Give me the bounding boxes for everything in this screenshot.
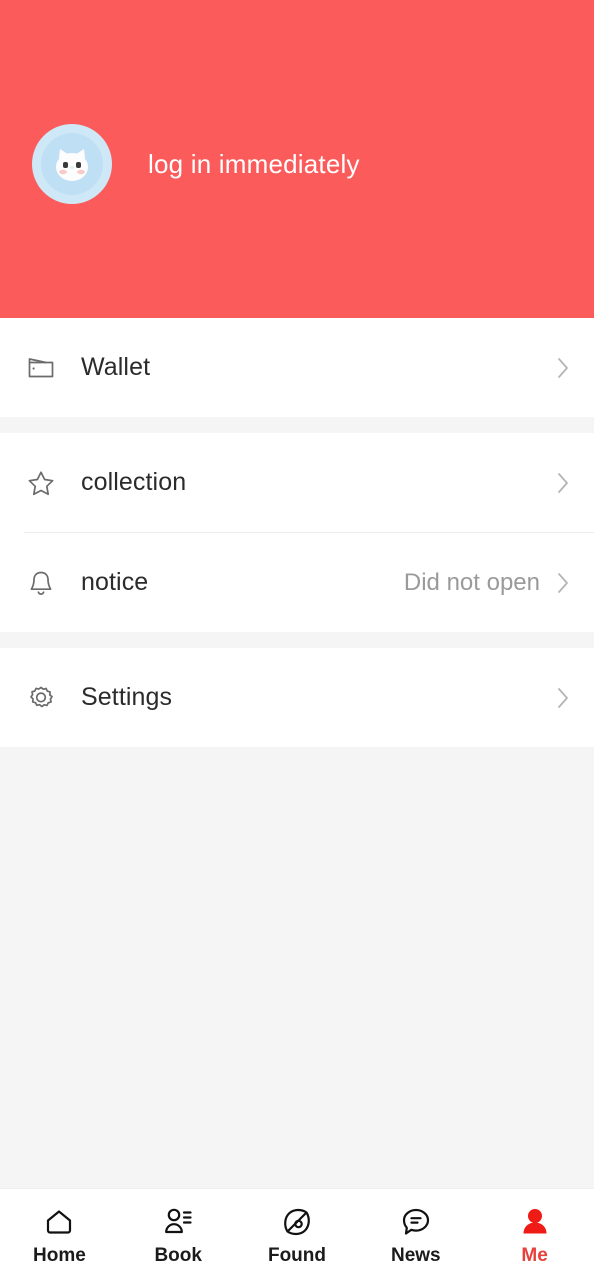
tab-book[interactable]: Book [119, 1189, 238, 1280]
menu-row-wallet[interactable]: Wallet [0, 318, 594, 417]
tab-label: Found [267, 1245, 326, 1266]
menu-row-collection[interactable]: collection [0, 433, 594, 532]
menu-label: notice [81, 568, 149, 596]
gear-icon [24, 681, 58, 715]
menu-row-settings[interactable]: Settings [0, 648, 594, 747]
group-gap [0, 632, 594, 648]
star-icon [24, 466, 58, 500]
tab-label: News [390, 1245, 441, 1266]
bell-icon [24, 566, 58, 600]
tab-label: Me [521, 1245, 548, 1266]
contacts-icon [161, 1204, 195, 1240]
login-entry[interactable]: log in immediately [0, 124, 360, 204]
menu-row-value: Did not open [403, 568, 540, 596]
menu-label: Wallet [81, 353, 151, 381]
menu-row-notice[interactable]: notice Did not open [0, 533, 594, 632]
menu-group-collection-notice: collection notice Did not open [0, 433, 594, 632]
login-label: log in immediately [148, 148, 360, 179]
person-icon [518, 1204, 552, 1240]
chat-icon [399, 1204, 433, 1240]
tab-label: Book [154, 1245, 202, 1266]
menu-label: collection [81, 468, 187, 496]
empty-content-area [0, 747, 594, 1188]
bottom-tab-bar: Home Book Found News Me [0, 1188, 594, 1280]
tab-found[interactable]: Found [238, 1189, 357, 1280]
group-gap [0, 417, 594, 433]
chevron-right-icon [554, 683, 572, 713]
chevron-right-icon [554, 353, 572, 383]
wallet-icon [24, 351, 58, 385]
menu-group-wallet: Wallet [0, 318, 594, 417]
tab-news[interactable]: News [356, 1189, 475, 1280]
chevron-right-icon [554, 468, 572, 498]
tab-label: Home [33, 1245, 86, 1266]
discover-icon [280, 1204, 314, 1240]
tab-home[interactable]: Home [0, 1189, 119, 1280]
tab-me[interactable]: Me [475, 1189, 594, 1280]
menu-sheet: Wallet collection notice Did not open Se… [0, 318, 594, 1188]
avatar[interactable] [32, 124, 112, 204]
cat-avatar-icon [56, 149, 88, 181]
menu-label: Settings [81, 683, 173, 711]
chevron-right-icon [554, 568, 572, 598]
menu-group-settings: Settings [0, 648, 594, 747]
home-icon [42, 1204, 76, 1240]
app-root: log in immediately Wallet collection not… [0, 0, 594, 1280]
profile-header: log in immediately [0, 0, 594, 330]
